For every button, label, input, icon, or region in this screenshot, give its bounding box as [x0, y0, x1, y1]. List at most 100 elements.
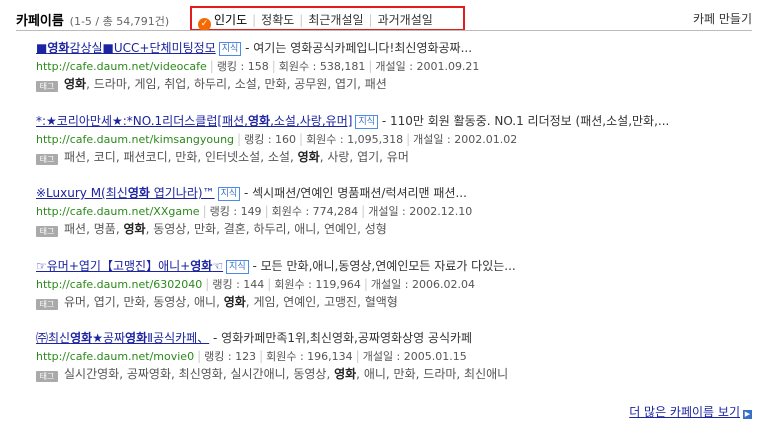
make-cafe-link[interactable]: 카페 만들기 — [693, 10, 752, 27]
tag-item[interactable]: 유머 — [64, 295, 86, 309]
result-title-link[interactable]: ㈜최신영화★공짜영화Ⅱ공식카페、 — [36, 331, 209, 345]
divider: | — [209, 59, 214, 73]
tag-item[interactable]: 코디 — [94, 150, 116, 164]
result-opened: 개설일 : 2002.01.02 — [413, 133, 518, 146]
result-title-link[interactable]: ※Luxury M(최신영화 엽기나라)™ — [36, 186, 215, 200]
tag-item[interactable]: 소설 — [268, 150, 290, 164]
tag-item[interactable]: 만화 — [175, 150, 197, 164]
jisik-badge[interactable]: 지식 — [218, 42, 242, 56]
divider: | — [267, 277, 272, 291]
jisik-badge[interactable]: 지식 — [226, 260, 249, 274]
tag-separator: , — [86, 295, 94, 309]
tag-item[interactable]: 동영상 — [293, 367, 326, 381]
tag-item[interactable]: 공짜영화 — [127, 367, 171, 381]
tag-item[interactable]: 패션 — [64, 222, 86, 236]
tag-item[interactable]: 최신애니 — [464, 367, 508, 381]
result-members: 회원수 : 538,181 — [278, 60, 366, 73]
tag-item[interactable]: 유머 — [387, 150, 409, 164]
tag-item[interactable]: 영화 — [334, 367, 356, 381]
sort-oldest[interactable]: 과거개설일 — [378, 13, 433, 27]
tag-item[interactable]: 연예인 — [283, 295, 316, 309]
tag-icon: 태그 — [36, 154, 58, 165]
tag-item[interactable]: 결혼 — [224, 222, 246, 236]
tag-item[interactable]: 영화 — [224, 295, 246, 309]
title-text: Ⅱ공식카페、 — [147, 331, 210, 345]
tag-item[interactable]: 고맹진 — [324, 295, 357, 309]
tag-item[interactable]: 애니 — [194, 295, 216, 309]
result-members: 회원수 : 1,095,318 — [306, 133, 404, 146]
result-title-link[interactable]: ☞유머+엽기【고맹진】애니+영화☜ — [36, 259, 223, 273]
divider: | — [259, 349, 264, 363]
tag-item[interactable]: 인터넷소설 — [205, 150, 260, 164]
tag-item[interactable]: 영화 — [123, 222, 145, 236]
title-text: ☞유머+엽기【고맹진】애니+ — [36, 259, 191, 273]
tag-item[interactable]: 애니 — [294, 222, 316, 236]
tag-item[interactable]: 영화 — [298, 150, 320, 164]
sort-accuracy[interactable]: 정확도 — [261, 13, 294, 27]
tag-separator: , — [316, 295, 324, 309]
jisik-badge[interactable]: 지식 — [217, 187, 241, 201]
tag-item[interactable]: 동영상 — [153, 295, 186, 309]
jisik-badge[interactable]: 지식 — [355, 115, 378, 129]
tag-item[interactable]: 드라마 — [423, 367, 456, 381]
tag-item[interactable]: 성형 — [365, 222, 387, 236]
tag-item[interactable]: 만화 — [264, 77, 286, 91]
tag-item[interactable]: 연예인 — [324, 222, 357, 236]
tag-separator: , — [289, 150, 298, 164]
result-rank: 랭킹 : 144 — [212, 278, 265, 291]
section-title: 카페이름 — [16, 14, 64, 29]
result-tags: 태그 유머, 엽기, 만화, 동영상, 애니, 영화, 게임, 연예인, 고맹진,… — [36, 293, 756, 311]
result-title-link[interactable]: *:★코리아만세★:*NO.1리더스클럽[패션,영화,소설,사랑,유머] — [36, 114, 352, 128]
tag-item[interactable]: 게임 — [135, 77, 157, 91]
tag-item[interactable]: 동영상 — [153, 222, 186, 236]
tag-item[interactable]: 하두리 — [194, 77, 227, 91]
tag-separator: , — [186, 222, 194, 236]
result-rank: 랭킹 : 160 — [244, 133, 297, 146]
tag-item[interactable]: 엽기 — [94, 295, 116, 309]
result-url[interactable]: http://cafe.daum.net/XXgame — [36, 205, 200, 218]
tag-item[interactable]: 만화 — [394, 367, 416, 381]
result-description: - 모든 만화,애니,동영상,연예인모든 자료가 다있는... — [248, 259, 516, 273]
tag-item[interactable]: 실시간애니 — [230, 367, 285, 381]
tag-icon: 태그 — [36, 81, 58, 92]
result-opened: 개설일 : 2006.02.04 — [370, 278, 475, 291]
divider: | — [406, 132, 411, 146]
result-title-link[interactable]: ■영화감상실■UCC+단체미팅정모 — [36, 41, 216, 55]
tag-item[interactable]: 하두리 — [253, 222, 286, 236]
tag-item[interactable]: 공무원 — [294, 77, 327, 91]
tag-item[interactable]: 만화 — [123, 295, 145, 309]
tag-item[interactable]: 패션 — [365, 77, 387, 91]
result-url[interactable]: http://cafe.daum.net/movie0 — [36, 350, 194, 363]
tag-separator: , — [260, 150, 268, 164]
result-url[interactable]: http://cafe.daum.net/kimsangyoung — [36, 133, 234, 146]
more-cafes-link[interactable]: 더 많은 카페이름 보기 ▶ — [629, 403, 752, 420]
title-highlight: 영화 — [125, 331, 148, 345]
tag-separator: , — [349, 150, 358, 164]
arrow-right-icon: ▶ — [743, 410, 752, 419]
tag-item[interactable]: 실시간영화 — [64, 367, 119, 381]
tag-item[interactable]: 패션코디 — [123, 150, 167, 164]
tag-item[interactable]: 취업 — [164, 77, 186, 91]
divider: | — [363, 277, 368, 291]
sort-newest[interactable]: 최근개설일 — [308, 13, 363, 27]
tag-item[interactable]: 소설 — [235, 77, 257, 91]
divider: | — [299, 132, 304, 146]
result-url[interactable]: http://cafe.daum.net/6302040 — [36, 278, 202, 291]
tag-item[interactable]: 최신영화 — [179, 367, 223, 381]
tag-item[interactable]: 영화 — [64, 77, 86, 91]
tag-separator: , — [327, 77, 335, 91]
tag-item[interactable]: 게임 — [253, 295, 275, 309]
tag-item[interactable]: 혈액형 — [365, 295, 398, 309]
tag-item[interactable]: 엽기 — [357, 150, 379, 164]
tag-item[interactable]: 애니 — [364, 367, 386, 381]
tag-item[interactable]: 드라마 — [94, 77, 127, 91]
title-text: ㈜최신 — [36, 331, 71, 345]
tag-item[interactable]: 사랑 — [327, 150, 349, 164]
sort-popularity[interactable]: 인기도 — [214, 13, 247, 27]
tag-item[interactable]: 패션 — [64, 150, 86, 164]
tag-item[interactable]: 엽기 — [335, 77, 357, 91]
title-text: ☜ — [212, 259, 224, 273]
tag-item[interactable]: 명품 — [94, 222, 116, 236]
result-url[interactable]: http://cafe.daum.net/videocafe — [36, 60, 207, 73]
tag-item[interactable]: 만화 — [194, 222, 216, 236]
